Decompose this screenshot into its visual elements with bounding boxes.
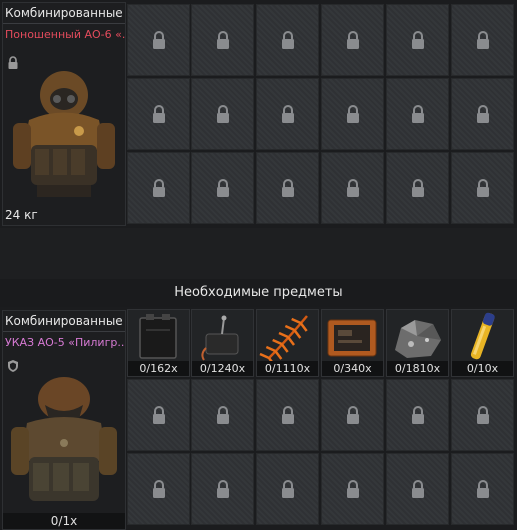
bottom-item-name: УКАЗ АО-5 «Пилигр.. bbox=[5, 336, 125, 349]
lock-icon bbox=[346, 480, 359, 498]
locked-slot[interactable] bbox=[191, 453, 254, 525]
locked-slot[interactable] bbox=[191, 152, 254, 224]
lock-icon bbox=[346, 179, 359, 197]
lock-icon bbox=[216, 406, 229, 424]
lock-icon bbox=[281, 179, 294, 197]
lock-icon bbox=[281, 105, 294, 123]
locked-slot[interactable] bbox=[127, 78, 190, 150]
required-item-slot[interactable]: 0/10x bbox=[451, 309, 514, 377]
locked-slot[interactable] bbox=[321, 4, 384, 76]
locked-slot[interactable] bbox=[386, 4, 449, 76]
locked-slot[interactable] bbox=[191, 78, 254, 150]
top-item-weight: 24 кг bbox=[5, 208, 38, 222]
required-item-slot[interactable]: 0/1240x bbox=[191, 309, 254, 377]
lock-icon bbox=[476, 179, 489, 197]
lock-icon bbox=[476, 480, 489, 498]
lock-icon bbox=[281, 406, 294, 424]
lock-icon bbox=[281, 31, 294, 49]
lock-icon bbox=[216, 179, 229, 197]
bottom-item-panel: Комбинированные УКАЗ АО-5 «Пилигр.. 0/1x… bbox=[0, 308, 517, 530]
locked-slot[interactable] bbox=[256, 4, 319, 76]
locked-slot[interactable] bbox=[256, 78, 319, 150]
section-divider bbox=[0, 228, 517, 279]
locked-slot[interactable] bbox=[451, 453, 514, 525]
required-item-slot[interactable]: 0/162x bbox=[127, 309, 190, 377]
lock-icon bbox=[216, 31, 229, 49]
locked-slot[interactable] bbox=[256, 453, 319, 525]
lock-icon bbox=[346, 406, 359, 424]
top-item-card[interactable]: Комбинированные Поношенный АО-6 «.. 24 к… bbox=[2, 2, 126, 226]
lock-icon bbox=[152, 406, 165, 424]
vial-icon bbox=[470, 312, 495, 360]
fern-icon bbox=[259, 315, 308, 362]
required-items-header: Необходимые предметы bbox=[0, 279, 517, 307]
locked-slot[interactable] bbox=[127, 379, 190, 451]
required-item-slot[interactable]: 0/340x bbox=[321, 309, 384, 377]
locked-slot[interactable] bbox=[386, 379, 449, 451]
required-item-slot[interactable]: 0/1110x bbox=[256, 309, 319, 377]
locked-slot[interactable] bbox=[451, 4, 514, 76]
lock-icon bbox=[411, 480, 424, 498]
top-item-category: Комбинированные bbox=[3, 3, 125, 24]
lock-icon bbox=[411, 179, 424, 197]
locked-slot[interactable] bbox=[451, 152, 514, 224]
lock-icon bbox=[152, 31, 165, 49]
locked-slot[interactable] bbox=[386, 78, 449, 150]
bottom-item-category: Комбинированные bbox=[3, 311, 125, 332]
locked-slot[interactable] bbox=[386, 453, 449, 525]
locked-slot[interactable] bbox=[451, 78, 514, 150]
required-item-count: 0/10x bbox=[452, 361, 513, 376]
required-item-count: 0/162x bbox=[128, 361, 189, 376]
locked-slot[interactable] bbox=[127, 152, 190, 224]
top-item-panel: Комбинированные Поношенный АО-6 «.. 24 к… bbox=[0, 0, 517, 228]
armor-suit-image bbox=[11, 377, 117, 501]
lock-icon bbox=[411, 406, 424, 424]
locked-slot[interactable] bbox=[256, 152, 319, 224]
lock-icon bbox=[346, 31, 359, 49]
ore-icon bbox=[395, 320, 441, 358]
lock-icon bbox=[281, 480, 294, 498]
locked-slot[interactable] bbox=[191, 379, 254, 451]
battery-icon bbox=[139, 314, 177, 359]
required-item-count: 0/1110x bbox=[257, 361, 318, 376]
locked-slot[interactable] bbox=[127, 453, 190, 525]
required-item-count: 0/340x bbox=[322, 361, 383, 376]
armor-suit-image bbox=[13, 71, 115, 197]
bottom-item-quantity: 0/1x bbox=[3, 513, 125, 529]
locked-slot[interactable] bbox=[451, 379, 514, 451]
lock-icon bbox=[411, 31, 424, 49]
lock-icon bbox=[346, 105, 359, 123]
lock-icon bbox=[152, 179, 165, 197]
locked-slot[interactable] bbox=[386, 152, 449, 224]
locked-slot[interactable] bbox=[321, 152, 384, 224]
lock-icon bbox=[476, 105, 489, 123]
locked-slot[interactable] bbox=[191, 4, 254, 76]
lock-icon bbox=[216, 105, 229, 123]
locked-slot[interactable] bbox=[321, 78, 384, 150]
tablet-icon bbox=[327, 319, 377, 357]
top-item-name: Поношенный АО-6 «.. bbox=[5, 28, 125, 41]
bottom-item-card[interactable]: Комбинированные УКАЗ АО-5 «Пилигр.. 0/1x bbox=[2, 310, 126, 530]
required-item-slot[interactable]: 0/1810x bbox=[386, 309, 449, 377]
locked-slot[interactable] bbox=[127, 4, 190, 76]
lock-icon bbox=[411, 105, 424, 123]
lock-icon bbox=[476, 31, 489, 49]
switch-icon bbox=[201, 315, 239, 361]
locked-slot[interactable] bbox=[321, 379, 384, 451]
lock-icon bbox=[476, 406, 489, 424]
locked-slot[interactable] bbox=[321, 453, 384, 525]
required-item-count: 0/1240x bbox=[192, 361, 253, 376]
lock-icon bbox=[216, 480, 229, 498]
locked-slot[interactable] bbox=[256, 379, 319, 451]
required-item-count: 0/1810x bbox=[387, 361, 448, 376]
lock-icon bbox=[152, 105, 165, 123]
lock-icon bbox=[152, 480, 165, 498]
